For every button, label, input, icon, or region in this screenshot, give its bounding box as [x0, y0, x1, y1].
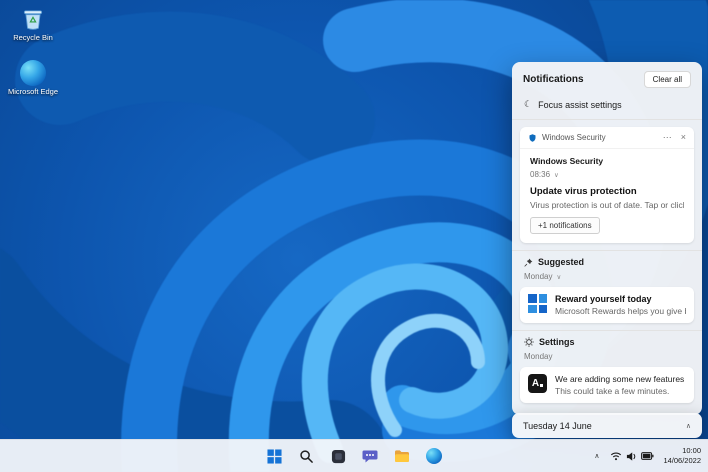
- security-notification-card[interactable]: Windows Security ⋯ × Windows Security 08…: [520, 127, 694, 243]
- chat-icon: [362, 450, 378, 462]
- desktop-icon-edge[interactable]: Microsoft Edge: [2, 60, 64, 97]
- start-button[interactable]: [262, 444, 287, 469]
- volume-icon: [627, 451, 636, 461]
- pin-icon: [524, 258, 533, 267]
- focus-assist-label: Focus assist settings: [538, 99, 622, 110]
- security-card-actions: ⋯ ×: [663, 132, 686, 143]
- features-card-text: We are adding some new features to V Thi…: [555, 374, 686, 396]
- rewards-card-title: Reward yourself today: [555, 294, 652, 304]
- chevron-down-icon: ∨: [554, 171, 559, 179]
- tray-status-icons[interactable]: [608, 448, 656, 465]
- security-card-title: Windows Security: [530, 156, 604, 166]
- tray-show-hidden-icons-chevron[interactable]: ∧: [592, 448, 601, 464]
- settings-section-header: Settings: [512, 331, 702, 349]
- recycle-bin-icon: [23, 10, 43, 30]
- more-options-icon[interactable]: ⋯: [663, 132, 672, 143]
- focus-assist-settings-link[interactable]: ☾ Focus assist settings: [512, 95, 702, 120]
- edge-icon: [426, 448, 442, 464]
- windows-start-icon: [266, 448, 282, 464]
- security-card-body: Windows Security 08:36 ∨ Update virus pr…: [520, 149, 694, 243]
- desktop: Recycle Bin Microsoft Edge Notifications…: [0, 0, 708, 472]
- close-icon[interactable]: ×: [681, 132, 686, 143]
- search-button[interactable]: [294, 444, 319, 469]
- settings-day-row: Monday: [512, 349, 702, 364]
- edge-button[interactable]: [422, 444, 447, 469]
- wifi-icon: [611, 452, 622, 461]
- more-notifications-button[interactable]: +1 notifications: [530, 217, 600, 234]
- rewards-card-text: Reward yourself today Microsoft Rewards …: [555, 294, 686, 316]
- file-explorer-button[interactable]: [390, 444, 415, 469]
- gear-icon: [524, 337, 534, 347]
- features-card-line2: This could take a few minutes.: [555, 386, 670, 396]
- shield-icon: [529, 133, 536, 142]
- task-view-icon: [331, 449, 345, 463]
- new-features-icon: A: [528, 374, 547, 393]
- rewards-notification-card[interactable]: Reward yourself today Microsoft Rewards …: [520, 287, 694, 323]
- desktop-icon-label: Microsoft Edge: [7, 87, 59, 96]
- settings-section: Settings Monday A We are adding some new…: [512, 330, 702, 403]
- microsoft-rewards-icon: [528, 294, 547, 313]
- features-card-line1: We are adding some new features to V: [555, 374, 686, 384]
- security-time-row[interactable]: 08:36 ∨: [530, 170, 684, 179]
- notifications-header: Notifications Clear all: [512, 62, 702, 95]
- security-time: 08:36: [530, 170, 551, 179]
- file-explorer-icon: [395, 450, 409, 462]
- rewards-card-body: Microsoft Rewards helps you give back: [555, 306, 686, 316]
- taskbar-clock[interactable]: 10:00 14/06/2022: [663, 446, 703, 467]
- clear-all-button[interactable]: Clear all: [643, 71, 691, 88]
- security-body-text: Virus protection is out of date. Tap or …: [530, 200, 684, 210]
- calendar-flyout-bar[interactable]: Tuesday 14 June ∧: [512, 413, 702, 438]
- system-tray: ∧ 10:00 14/06/2022: [592, 440, 703, 472]
- notifications-title: Notifications: [523, 74, 584, 85]
- chat-button[interactable]: [358, 444, 383, 469]
- desktop-icon-recycle-bin[interactable]: Recycle Bin: [2, 6, 64, 43]
- settings-label: Settings: [539, 337, 575, 347]
- clock-date: 14/06/2022: [663, 456, 701, 465]
- security-card-header: Windows Security ⋯ ×: [520, 127, 694, 149]
- calendar-date-label: Tuesday 14 June: [523, 420, 592, 431]
- focus-assist-moon-icon: ☾: [524, 99, 533, 109]
- notifications-panel: Notifications Clear all ☾ Focus assist s…: [512, 62, 702, 415]
- suggested-label: Suggested: [538, 257, 585, 267]
- suggested-section: Suggested Monday ∨ Reward yourself today…: [512, 250, 702, 323]
- taskbar-center-icons: [262, 444, 447, 469]
- desktop-icon-label: Recycle Bin: [13, 33, 53, 42]
- search-icon: [299, 449, 313, 463]
- settings-day: Monday: [524, 352, 553, 361]
- suggested-day-row[interactable]: Monday ∨: [512, 269, 702, 284]
- taskbar: ∧ 10:00 14/06/2022: [0, 439, 708, 472]
- chevron-down-icon: ∨: [556, 273, 562, 281]
- task-view-button[interactable]: [326, 444, 351, 469]
- edge-icon: [20, 60, 46, 86]
- clock-time: 10:00: [682, 445, 701, 455]
- security-headline: Update virus protection: [530, 186, 637, 197]
- suggested-day: Monday: [524, 272, 553, 281]
- security-app-name: Windows Security: [542, 133, 606, 142]
- features-notification-card[interactable]: A We are adding some new features to V T…: [520, 367, 694, 403]
- calendar-collapse-chevron-icon[interactable]: ∧: [686, 422, 691, 430]
- features-icon-letter: A: [531, 378, 540, 389]
- suggested-section-header: Suggested: [512, 251, 702, 269]
- battery-icon: [641, 452, 654, 460]
